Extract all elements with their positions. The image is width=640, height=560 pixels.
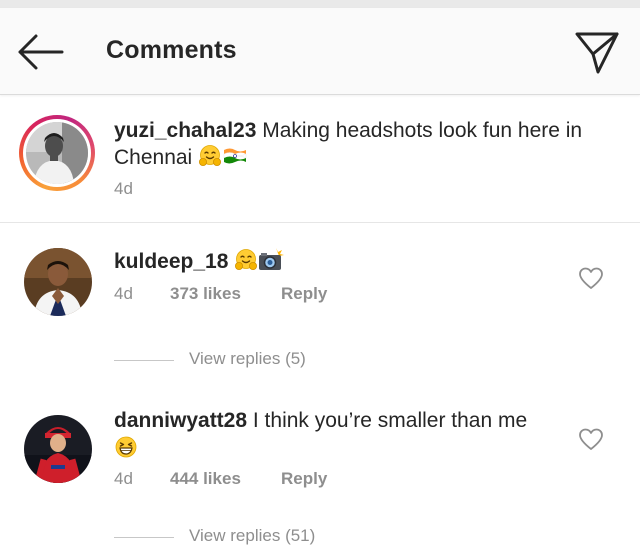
- likes-count[interactable]: 373 likes: [170, 284, 241, 304]
- caption-timestamp: 4d: [114, 179, 133, 198]
- paper-plane-icon: [575, 32, 619, 74]
- arrow-left-icon: [18, 34, 64, 70]
- avatar-photo: [26, 122, 88, 184]
- grinning-squinting-emoji: [114, 435, 138, 467]
- view-replies-label: View replies (51): [189, 526, 316, 545]
- post-caption: yuzi_chahal23 Making headshots look fun …: [0, 95, 640, 223]
- comment-body: I think you’re smaller than me: [247, 409, 528, 432]
- reply-button[interactable]: Reply: [281, 284, 327, 304]
- page-title: Comments: [106, 36, 237, 64]
- hugging-face-emoji: [234, 248, 258, 280]
- top-bar: Comments: [0, 8, 640, 95]
- caption-text: yuzi_chahal23 Making headshots look fun …: [114, 117, 594, 175]
- camera-with-flash-emoji: [258, 248, 285, 280]
- back-button[interactable]: [14, 32, 66, 72]
- replies-divider: [114, 537, 174, 538]
- caption-username[interactable]: yuzi_chahal23: [114, 119, 256, 142]
- hugging-face-emoji: [198, 144, 222, 175]
- avatar-photo: [24, 415, 92, 483]
- comment-item: danniwyatt28 I think you’re smaller than…: [0, 393, 640, 560]
- avatar-photo: [24, 248, 92, 316]
- likes-count[interactable]: 444 likes: [170, 469, 241, 489]
- like-button[interactable]: [578, 427, 604, 453]
- comment-text: kuldeep_18: [114, 248, 554, 280]
- comment-timestamp: 4d: [114, 469, 133, 488]
- heart-icon: [579, 428, 603, 450]
- like-button[interactable]: [578, 266, 604, 292]
- comment-item: kuldeep_18 4d 373 likes Reply View repli…: [0, 223, 640, 393]
- avatar[interactable]: [26, 122, 88, 184]
- comment-text: danniwyatt28 I think you’re smaller than…: [114, 407, 554, 467]
- comment-timestamp: 4d: [114, 284, 133, 303]
- heart-icon: [579, 267, 603, 289]
- replies-divider: [114, 360, 174, 361]
- view-replies-label: View replies (5): [189, 349, 306, 368]
- avatar[interactable]: [24, 415, 92, 483]
- avatar[interactable]: [24, 248, 92, 316]
- comment-username[interactable]: kuldeep_18: [114, 250, 228, 273]
- india-flag-emoji: [222, 146, 248, 175]
- comment-username[interactable]: danniwyatt28: [114, 409, 247, 432]
- direct-message-button[interactable]: [572, 28, 622, 76]
- reply-button[interactable]: Reply: [281, 469, 327, 489]
- status-bar: [0, 0, 640, 8]
